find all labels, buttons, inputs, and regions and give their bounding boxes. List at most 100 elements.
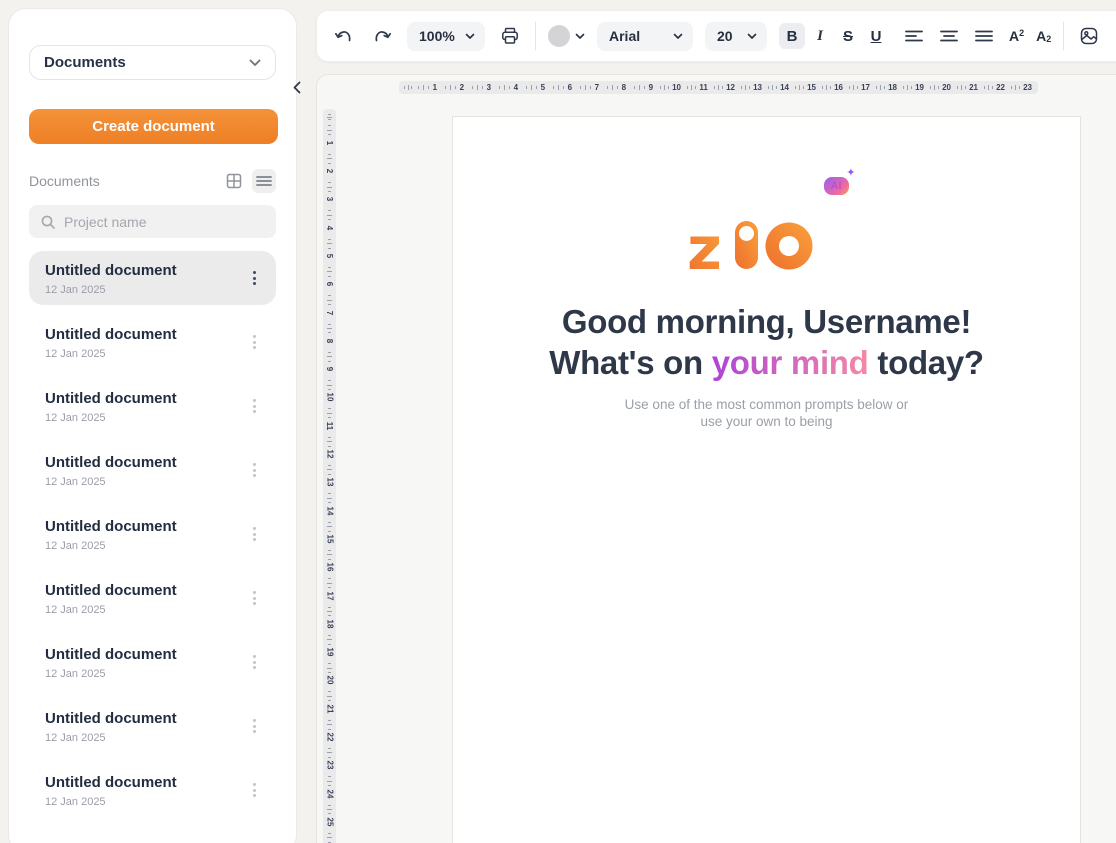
undo-icon[interactable] <box>331 23 357 49</box>
document-date: 12 Jan 2025 <box>45 476 177 488</box>
documents-section-label: Documents <box>29 173 100 189</box>
document-item-text: Untitled document 12 Jan 2025 <box>45 261 177 296</box>
kebab-menu-icon[interactable] <box>247 331 262 353</box>
vertical-ruler[interactable]: 1234567891011121314151617181920212223242… <box>323 109 336 843</box>
greeting-subtitle: Use one of the most common prompts below… <box>453 396 1080 430</box>
chevron-down-icon <box>249 59 261 67</box>
redo-icon[interactable] <box>369 23 395 49</box>
kebab-menu-icon[interactable] <box>247 651 262 673</box>
document-list-item[interactable]: Untitled document 12 Jan 2025 <box>29 507 276 561</box>
document-date: 12 Jan 2025 <box>45 604 177 616</box>
kebab-menu-icon[interactable] <box>247 395 262 417</box>
document-item-text: Untitled document 12 Jan 2025 <box>45 645 177 680</box>
sparkle-icon: ✦ <box>846 168 855 179</box>
document-item-text: Untitled document 12 Jan 2025 <box>45 389 177 424</box>
document-item-text: Untitled document 12 Jan 2025 <box>45 581 177 616</box>
zio-logo: z <box>689 219 845 271</box>
ai-badge: AI ✦ <box>824 177 849 195</box>
greeting-line-1: Good morning, Username! <box>453 301 1080 342</box>
document-title: Untitled document <box>45 517 177 537</box>
font-family-select[interactable]: Arial <box>597 22 693 51</box>
image-icon[interactable] <box>1076 23 1102 49</box>
text-color-swatch <box>548 25 570 47</box>
workspace-select-label: Documents <box>44 54 126 71</box>
document-date: 12 Jan 2025 <box>45 732 177 744</box>
subscript-button[interactable]: A2 <box>1036 28 1051 44</box>
documents-list: Untitled document 12 Jan 2025 Untitled d… <box>29 251 276 817</box>
greeting-line-2: What's on your mind today? <box>453 342 1080 383</box>
document-title: Untitled document <box>45 389 177 409</box>
greeting-heading: Good morning, Username! What's on your m… <box>453 301 1080 383</box>
document-title: Untitled document <box>45 645 177 665</box>
workspace-select[interactable]: Documents <box>29 45 276 80</box>
logo-block: z AI ✦ <box>453 219 1080 271</box>
horizontal-ruler[interactable]: 1234567891011121314151617181920212223 <box>399 81 1038 94</box>
document-item-text: Untitled document 12 Jan 2025 <box>45 325 177 360</box>
kebab-menu-icon[interactable] <box>247 459 262 481</box>
font-size-value: 20 <box>717 28 733 44</box>
sidebar-collapse-button[interactable] <box>289 78 305 96</box>
align-left-icon[interactable] <box>901 23 927 49</box>
document-list-item[interactable]: Untitled document 12 Jan 2025 <box>29 763 276 817</box>
chevron-down-icon <box>465 33 475 40</box>
document-list-item[interactable]: Untitled document 12 Jan 2025 <box>29 251 276 305</box>
document-title: Untitled document <box>45 453 177 473</box>
align-justify-icon[interactable] <box>971 23 997 49</box>
document-title: Untitled document <box>45 709 177 729</box>
align-center-icon[interactable] <box>936 23 962 49</box>
greeting-highlight: your mind <box>712 344 869 381</box>
document-title: Untitled document <box>45 581 177 601</box>
kebab-menu-icon[interactable] <box>247 587 262 609</box>
kebab-menu-icon[interactable] <box>247 715 262 737</box>
superscript-button[interactable]: A2 <box>1009 28 1024 44</box>
document-page[interactable]: z AI ✦ Good morning, Username! What's on… <box>452 116 1081 843</box>
bold-button[interactable]: B <box>779 23 805 49</box>
chevron-down-icon <box>673 33 683 40</box>
text-color-picker[interactable] <box>548 25 585 47</box>
document-item-text: Untitled document 12 Jan 2025 <box>45 773 177 808</box>
document-item-text: Untitled document 12 Jan 2025 <box>45 517 177 552</box>
editor-toolbar: 100% Arial 20 B I S U A2 A2 <box>316 10 1116 62</box>
italic-button[interactable]: I <box>807 23 833 49</box>
font-family-value: Arial <box>609 28 640 44</box>
underline-button[interactable]: U <box>863 23 889 49</box>
document-list-item[interactable]: Untitled document 12 Jan 2025 <box>29 699 276 753</box>
search-input[interactable] <box>64 214 265 230</box>
document-date: 12 Jan 2025 <box>45 540 177 552</box>
zoom-select[interactable]: 100% <box>407 22 485 51</box>
document-title: Untitled document <box>45 261 177 281</box>
document-date: 12 Jan 2025 <box>45 284 177 296</box>
document-date: 12 Jan 2025 <box>45 348 177 360</box>
chevron-down-icon <box>747 33 757 40</box>
kebab-menu-icon[interactable] <box>247 523 262 545</box>
search-box <box>29 205 276 238</box>
editor-canvas: 1234567891011121314151617181920212223 12… <box>316 74 1116 843</box>
document-title: Untitled document <box>45 325 177 345</box>
kebab-menu-icon[interactable] <box>247 267 262 289</box>
document-date: 12 Jan 2025 <box>45 668 177 680</box>
create-document-button[interactable]: Create document <box>29 109 278 144</box>
document-title: Untitled document <box>45 773 177 793</box>
printer-icon[interactable] <box>497 23 523 49</box>
view-toggles <box>222 169 276 193</box>
list-view-icon[interactable] <box>252 169 276 193</box>
document-item-text: Untitled document 12 Jan 2025 <box>45 709 177 744</box>
document-date: 12 Jan 2025 <box>45 412 177 424</box>
document-list-item[interactable]: Untitled document 12 Jan 2025 <box>29 379 276 433</box>
sidebar: Documents Create document Documents Unti… <box>8 8 297 843</box>
strikethrough-button[interactable]: S <box>835 23 861 49</box>
svg-text:z: z <box>689 219 722 271</box>
document-list-item[interactable]: Untitled document 12 Jan 2025 <box>29 443 276 497</box>
document-list-item[interactable]: Untitled document 12 Jan 2025 <box>29 315 276 369</box>
documents-section-header: Documents <box>29 169 276 193</box>
document-date: 12 Jan 2025 <box>45 796 177 808</box>
zoom-value: 100% <box>419 28 455 44</box>
document-list-item[interactable]: Untitled document 12 Jan 2025 <box>29 571 276 625</box>
grid-view-icon[interactable] <box>222 169 246 193</box>
chevron-down-icon <box>575 33 585 40</box>
kebab-menu-icon[interactable] <box>247 779 262 801</box>
toolbar-divider <box>535 22 536 50</box>
font-size-select[interactable]: 20 <box>705 22 767 51</box>
ai-badge-label: AI <box>826 179 847 193</box>
document-list-item[interactable]: Untitled document 12 Jan 2025 <box>29 635 276 689</box>
